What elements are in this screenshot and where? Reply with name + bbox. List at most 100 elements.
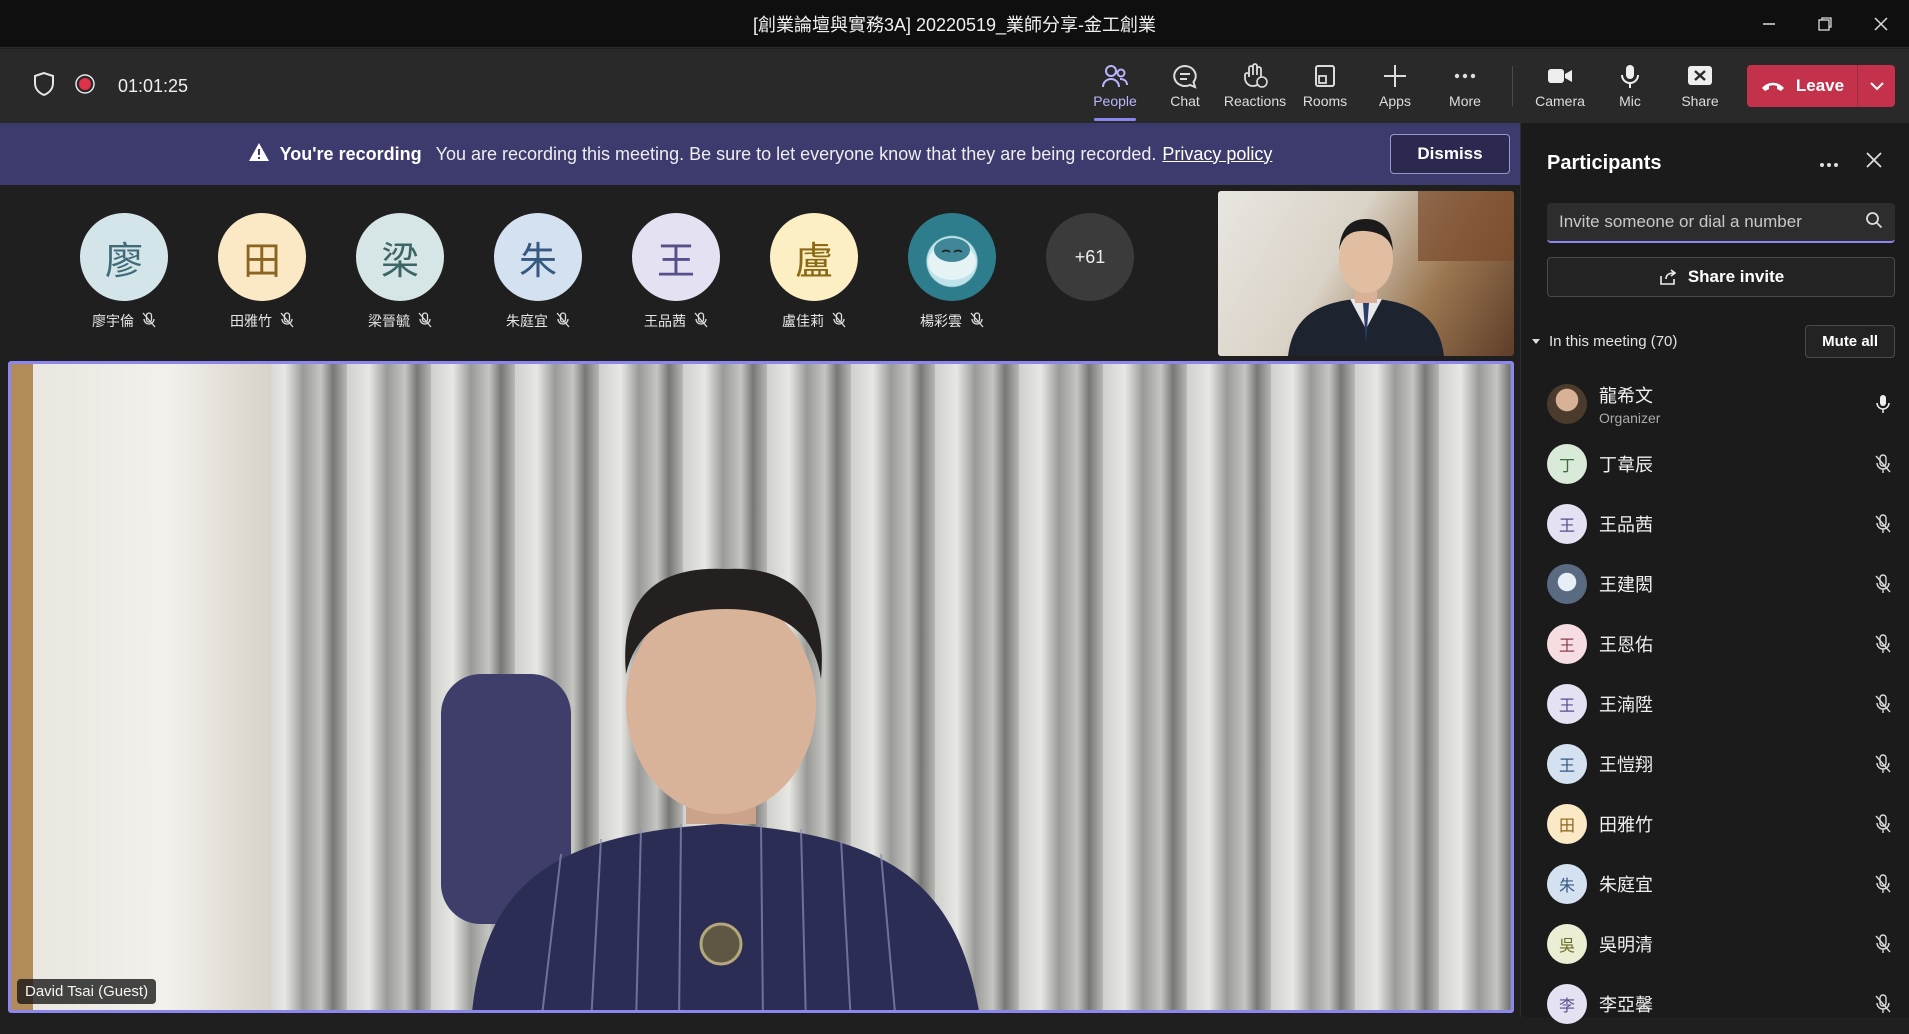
- participant-row[interactable]: 朱 朱庭宜: [1521, 854, 1909, 914]
- more-label: More: [1449, 93, 1481, 109]
- avatar: 廖: [80, 213, 168, 301]
- attendee-tile[interactable]: 廖 廖宇倫: [80, 213, 168, 331]
- mic-off-icon: [970, 311, 984, 331]
- invite-search: [1547, 203, 1895, 243]
- participant-row[interactable]: 龍希文 Organizer: [1521, 374, 1909, 434]
- apps-button[interactable]: Apps: [1360, 49, 1430, 123]
- share-button[interactable]: Share: [1665, 49, 1735, 123]
- minimize-icon: [1763, 23, 1775, 25]
- attendee-name: 田雅竹: [230, 313, 272, 329]
- chat-button[interactable]: Chat: [1150, 49, 1220, 123]
- participant-row[interactable]: 王建閎: [1521, 554, 1909, 614]
- participant-avatar: 丁: [1547, 444, 1587, 484]
- attendee-tile[interactable]: 梁 梁晉毓: [356, 213, 444, 331]
- privacy-policy-link[interactable]: Privacy policy: [1162, 144, 1272, 165]
- participant-row[interactable]: 王 王恩佑: [1521, 614, 1909, 674]
- overflow-tile[interactable]: +61: [1046, 213, 1134, 331]
- mic-off-icon: [1871, 994, 1895, 1014]
- speaker-video-icon: [441, 568, 979, 1010]
- attendee-tile[interactable]: 田 田雅竹: [218, 213, 306, 331]
- meeting-toolbar: 01:01:25 People Chat Reactions Rooms App…: [0, 49, 1909, 123]
- attendee-name: 王品茜: [644, 313, 686, 329]
- avatar-photo: [908, 213, 996, 301]
- shield-icon[interactable]: [32, 71, 56, 102]
- attendee-tile[interactable]: 盧 盧佳莉: [770, 213, 858, 331]
- participant-name: 吳明清: [1599, 935, 1653, 955]
- participant-row[interactable]: 王 王愷翔: [1521, 734, 1909, 794]
- share-tray-icon: [1688, 66, 1712, 85]
- toolbar-divider: [1512, 66, 1513, 106]
- banner-message: You are recording this meeting. Be sure …: [435, 143, 1157, 164]
- share-label: Share: [1681, 93, 1719, 109]
- leave-control: Leave: [1747, 65, 1895, 107]
- avatar: 朱: [494, 213, 582, 301]
- participant-row[interactable]: 王 王品茜: [1521, 494, 1909, 554]
- participant-row[interactable]: 丁 丁韋辰: [1521, 434, 1909, 494]
- participant-name: 丁韋辰: [1599, 455, 1653, 475]
- camera-button[interactable]: Camera: [1525, 49, 1595, 123]
- invite-input[interactable]: [1559, 212, 1849, 232]
- snorlax-avatar-icon: [928, 238, 976, 280]
- share-invite-button[interactable]: Share invite: [1547, 257, 1895, 297]
- mute-all-button[interactable]: Mute all: [1805, 325, 1895, 358]
- participant-list: 龍希文 Organizer 丁 丁韋辰 王 王品茜 王建閎 王 王恩佑 王 王湳…: [1521, 374, 1909, 1034]
- panel-more-options-button[interactable]: [1819, 151, 1839, 175]
- restore-icon: [1818, 17, 1832, 31]
- mic-button[interactable]: Mic: [1595, 49, 1665, 123]
- rooms-label: Rooms: [1302, 93, 1348, 109]
- mic-off-icon: [1871, 454, 1895, 474]
- meeting-timer: 01:01:25: [118, 75, 189, 96]
- avatar: 梁: [356, 213, 444, 301]
- restore-button[interactable]: [1797, 0, 1853, 48]
- chat-icon: [1173, 64, 1197, 89]
- panel-title: Participants: [1547, 151, 1662, 174]
- attendee-tile[interactable]: 朱 朱庭宜: [494, 213, 582, 331]
- plus-icon: [1384, 65, 1406, 87]
- mic-off-icon: [1871, 694, 1895, 714]
- reactions-button[interactable]: Reactions: [1220, 49, 1290, 123]
- title-bar: [創業論壇與實務3A] 20220519_業師分享-金工創業: [0, 0, 1909, 48]
- mic-icon: [1621, 65, 1639, 88]
- in-meeting-section: In this meeting (70) Mute all: [1531, 325, 1895, 358]
- participant-row[interactable]: 吳 吳明清: [1521, 914, 1909, 974]
- participant-row[interactable]: 王 王湳陞: [1521, 674, 1909, 734]
- attendee-tile[interactable]: 楊彩雲: [908, 213, 996, 331]
- section-label: In this meeting (70): [1549, 333, 1678, 350]
- attendee-tile[interactable]: 王 王品茜: [632, 213, 720, 331]
- mic-off-icon: [1871, 814, 1895, 834]
- participant-avatar: 王: [1547, 744, 1587, 784]
- mic-off-icon: [1871, 634, 1895, 654]
- close-icon: [1866, 152, 1882, 168]
- attendee-name: 梁晉毓: [368, 313, 410, 329]
- rooms-icon: [1315, 65, 1335, 87]
- hangup-icon: [1761, 82, 1784, 91]
- close-panel-button[interactable]: [1865, 151, 1883, 175]
- recording-banner: You're recording You are recording this …: [0, 123, 1520, 185]
- participant-avatar: 朱: [1547, 864, 1587, 904]
- reactions-label: Reactions: [1223, 93, 1287, 109]
- search-icon[interactable]: [1865, 211, 1883, 234]
- participant-name: 王建閎: [1599, 575, 1653, 595]
- participant-row[interactable]: 田 田雅竹: [1521, 794, 1909, 854]
- leave-button[interactable]: Leave: [1747, 65, 1857, 107]
- mic-off-icon: [1871, 874, 1895, 894]
- attendee-gallery: 廖 廖宇倫 田 田雅竹 梁 梁晉毓 朱 朱庭宜 王 王品茜 盧 盧佳莉 楊彩雲: [80, 213, 1134, 331]
- more-icon: [1454, 73, 1476, 79]
- section-toggle[interactable]: In this meeting (70): [1531, 333, 1677, 350]
- share-invite-label: Share invite: [1687, 267, 1785, 286]
- participant-row[interactable]: 李 李亞馨: [1521, 974, 1909, 1034]
- close-window-button[interactable]: [1853, 0, 1909, 48]
- minimize-button[interactable]: [1741, 0, 1797, 48]
- chevron-down-icon: [1869, 82, 1884, 91]
- participant-name: 王恩佑: [1599, 635, 1653, 655]
- recording-icon: [74, 73, 96, 100]
- leave-options-button[interactable]: [1857, 65, 1895, 107]
- dismiss-button[interactable]: Dismiss: [1390, 134, 1510, 174]
- overflow-count: +61: [1046, 213, 1134, 301]
- rooms-button[interactable]: Rooms: [1290, 49, 1360, 123]
- people-button[interactable]: People: [1080, 49, 1150, 123]
- self-video[interactable]: [1218, 191, 1514, 356]
- more-button[interactable]: More: [1430, 49, 1500, 123]
- participant-name: 王愷翔: [1599, 755, 1653, 775]
- main-video[interactable]: David Tsai (Guest): [8, 361, 1514, 1013]
